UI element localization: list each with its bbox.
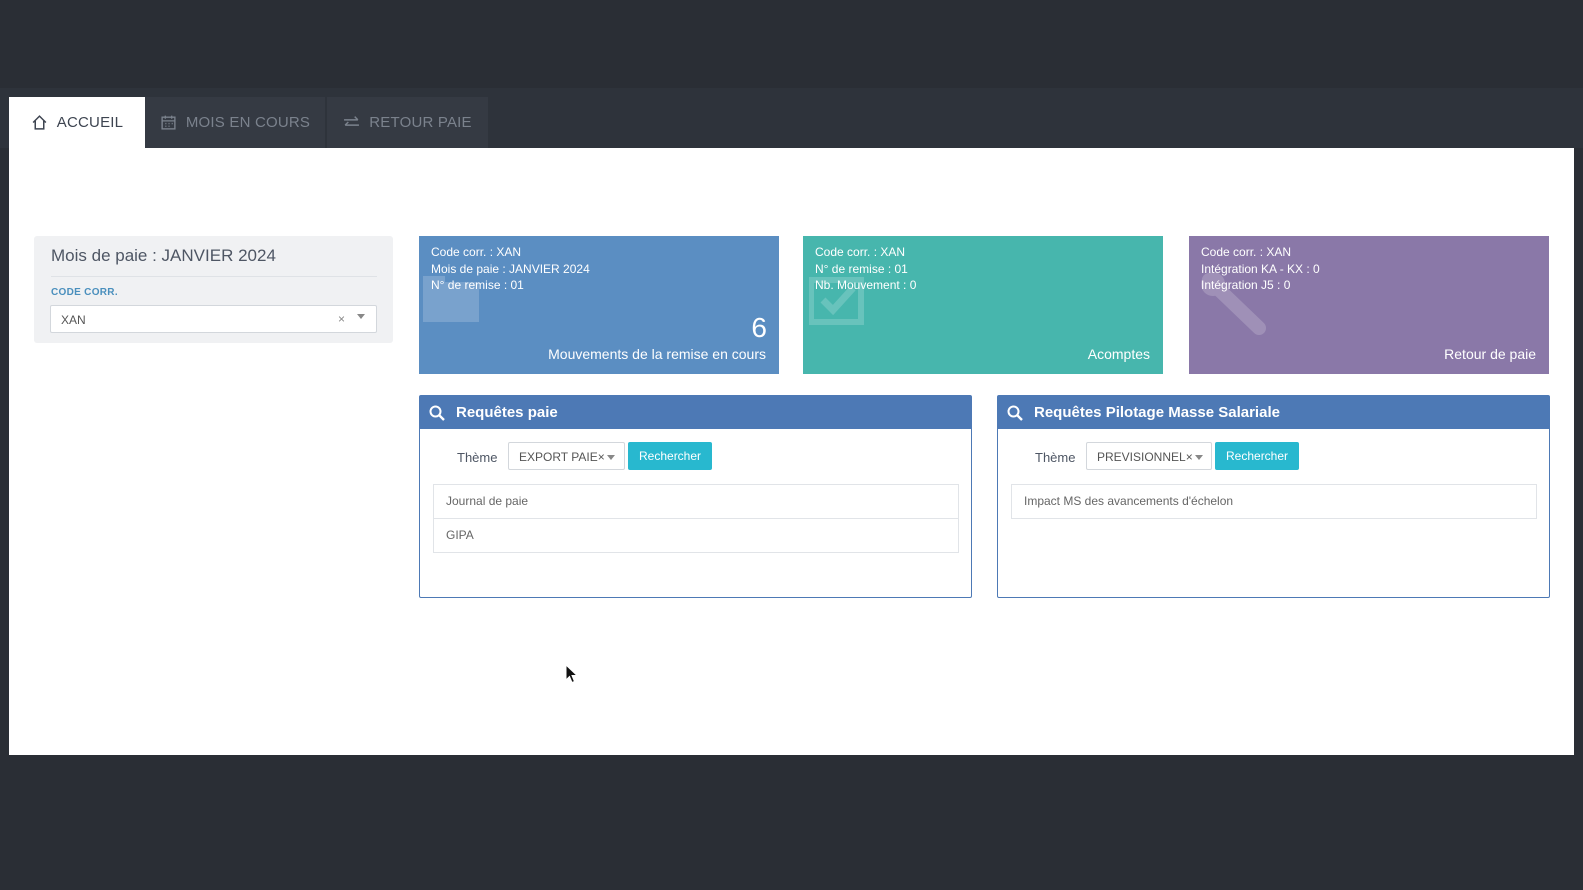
theme-label: Thème xyxy=(457,450,498,465)
card-mouvements[interactable]: Code corr. : XAN Mois de paie : JANVIER … xyxy=(419,236,779,374)
theme-label: Thème xyxy=(1035,450,1076,465)
code-corr-label: CODE CORR. xyxy=(51,287,118,298)
list-item[interactable]: Impact MS des avancements d'échelon xyxy=(1011,484,1537,519)
month-title: Mois de paie : JANVIER 2024 xyxy=(51,246,276,265)
divider xyxy=(51,276,377,277)
tab-mois-en-cours-label: MOIS EN COURS xyxy=(185,114,311,131)
code-corr-select[interactable]: XAN × xyxy=(50,305,377,333)
tab-accueil-label: ACCUEIL xyxy=(56,114,124,131)
card-line: N° de remise : 01 xyxy=(815,261,908,276)
top-bar xyxy=(0,0,1583,88)
mouse-cursor-icon xyxy=(565,664,579,684)
requetes-paie-header: Requêtes paie xyxy=(420,396,971,429)
card-line: Intégration KA - KX : 0 xyxy=(1201,261,1320,276)
card-line: N° de remise : 01 xyxy=(431,278,524,292)
code-corr-value: XAN xyxy=(61,313,86,327)
requetes-pilotage-title: Requêtes Pilotage Masse Salariale xyxy=(1034,404,1280,421)
bottom-bar xyxy=(0,755,1583,890)
requetes-pilotage-header: Requêtes Pilotage Masse Salariale xyxy=(998,396,1549,429)
card-retour-paie-caption: Retour de paie xyxy=(1444,346,1536,362)
list-item[interactable]: GIPA xyxy=(433,518,959,553)
search-icon xyxy=(1007,405,1023,421)
card-line: Mois de paie : JANVIER 2024 xyxy=(431,261,590,276)
chevron-down-icon[interactable] xyxy=(607,455,615,460)
tab-retour-paie[interactable]: RETOUR PAIE xyxy=(327,97,488,148)
exchange-icon xyxy=(344,116,360,126)
card-line: Nb. Mouvement : 0 xyxy=(815,278,917,292)
requetes-paie-panel: Requêtes paie Thème EXPORT PAIE× Recherc… xyxy=(419,395,972,598)
theme-select[interactable]: PREVISIONNEL× xyxy=(1086,442,1212,470)
card-acomptes-caption: Acomptes xyxy=(1087,346,1150,362)
tab-retour-paie-label: RETOUR PAIE xyxy=(369,114,472,131)
results-list: Impact MS des avancements d'échelon xyxy=(1011,484,1537,519)
card-line: Code corr. : XAN xyxy=(815,245,906,259)
card-retour-paie[interactable]: Code corr. : XAN Intégration KA - KX : 0… xyxy=(1189,236,1549,374)
card-mouvements-caption: Mouvements de la remise en cours xyxy=(548,346,766,362)
rechercher-button[interactable]: Rechercher xyxy=(628,442,713,470)
theme-select[interactable]: EXPORT PAIE× xyxy=(508,442,625,470)
home-icon xyxy=(32,115,47,130)
card-line: Code corr. : XAN xyxy=(1201,245,1292,259)
tab-accueil[interactable]: ACCUEIL xyxy=(9,97,145,148)
calendar-icon xyxy=(161,115,176,130)
tab-mois-en-cours[interactable]: MOIS EN COURS xyxy=(145,97,325,148)
card-acomptes[interactable]: Code corr. : XAN N° de remise : 01 Nb. M… xyxy=(803,236,1163,374)
clear-icon[interactable]: × xyxy=(338,312,345,326)
card-line: Intégration J5 : 0 xyxy=(1201,278,1291,292)
card-line: Code corr. : XAN xyxy=(431,245,522,259)
list-item[interactable]: Journal de paie xyxy=(433,484,959,519)
card-mouvements-info: Code corr. : XAN Mois de paie : JANVIER … xyxy=(431,244,590,294)
chevron-down-icon[interactable] xyxy=(1195,455,1203,460)
card-acomptes-info: Code corr. : XAN N° de remise : 01 Nb. M… xyxy=(815,244,916,294)
theme-value: EXPORT PAIE× xyxy=(519,450,605,464)
requetes-paie-title: Requêtes paie xyxy=(456,404,558,421)
requetes-pilotage-panel: Requêtes Pilotage Masse Salariale Thème … xyxy=(997,395,1550,598)
chevron-down-icon[interactable] xyxy=(357,314,365,319)
results-list: Journal de paie GIPA xyxy=(433,484,959,553)
card-retour-paie-info: Code corr. : XAN Intégration KA - KX : 0… xyxy=(1201,244,1320,294)
search-icon xyxy=(429,405,445,421)
theme-value: PREVISIONNEL× xyxy=(1097,450,1193,464)
rechercher-button[interactable]: Rechercher xyxy=(1215,442,1300,470)
mouvements-count: 6 xyxy=(751,312,767,343)
month-panel: Mois de paie : JANVIER 2024 CODE CORR. X… xyxy=(34,236,393,343)
